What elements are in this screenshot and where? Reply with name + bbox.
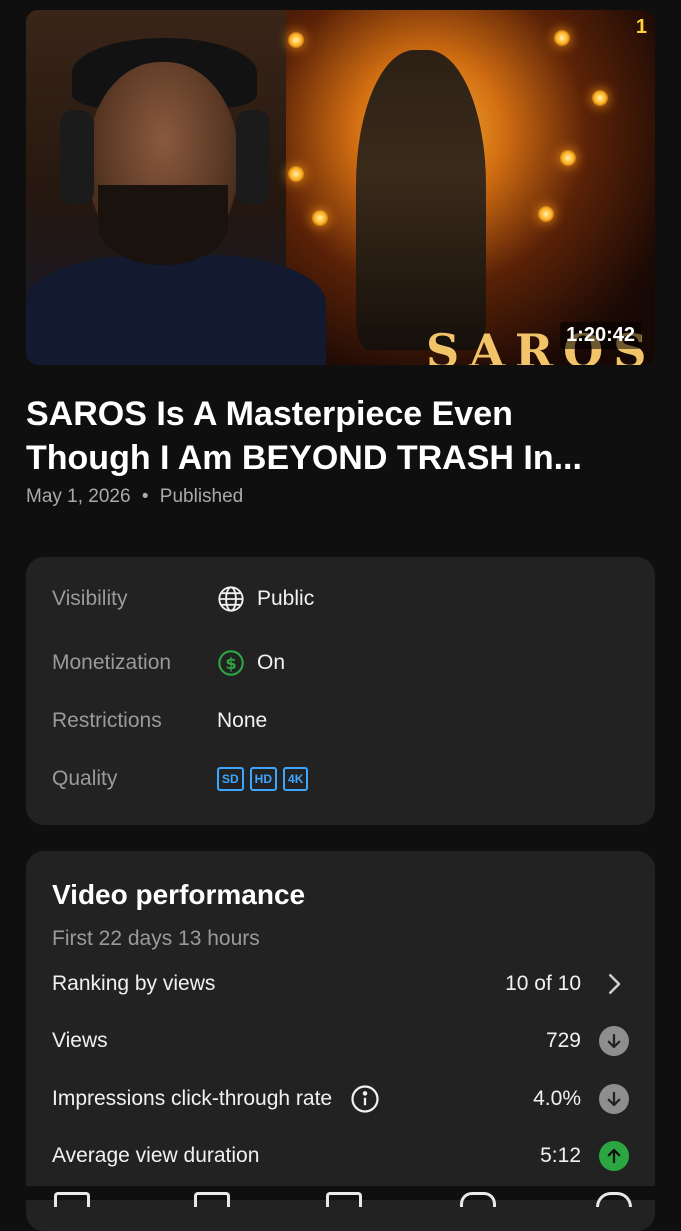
video-details-card: Visibility Public Monetization $ On Rest… (26, 557, 655, 825)
monetization-row[interactable]: Monetization $ On (52, 643, 285, 683)
visibility-label: Visibility (52, 587, 128, 610)
quality-badge-4k: 4K (283, 767, 309, 791)
avg-view-duration-value: 5:12 (540, 1144, 581, 1167)
video-performance-card: Video performance First 22 days 13 hours… (26, 851, 655, 1231)
performance-title: Video performance (52, 879, 306, 910)
ranking-label: Ranking by views (52, 972, 216, 995)
video-duration: 1:20:42 (560, 322, 641, 349)
views-value: 729 (545, 1029, 581, 1052)
avg-view-duration-row[interactable]: Average view duration 5:12 (52, 1136, 629, 1176)
ctr-value: 4.0% (533, 1087, 581, 1110)
arrow-up-icon (599, 1141, 629, 1171)
thumbnail-streamer-image (26, 10, 326, 365)
publish-status: Published (159, 486, 244, 507)
video-thumbnail[interactable]: SAROS 1 1:20:42 (26, 10, 655, 365)
meta-separator: • (141, 486, 149, 507)
video-title-line-1: SAROS Is A Masterpiece Even (26, 395, 513, 433)
thumbnail-warrior-image (356, 50, 486, 350)
quality-label: Quality (52, 767, 118, 790)
visibility-value: Public (257, 587, 315, 610)
publish-date: May 1, 2026 (26, 486, 131, 507)
quality-badge-sd: SD (217, 767, 244, 791)
thumbnail-corner-mark: 1 (635, 16, 647, 38)
bottom-navigation (0, 1186, 681, 1207)
monetization-label: Monetization (52, 651, 172, 674)
quality-row[interactable]: Quality SD HD 4K (52, 759, 314, 799)
visibility-row[interactable]: Visibility Public (52, 579, 314, 619)
chevron-right-icon (609, 974, 621, 994)
restrictions-value: None (217, 709, 268, 732)
restrictions-row[interactable]: Restrictions None (52, 701, 267, 741)
dollar-circle-icon: $ (218, 650, 244, 676)
restrictions-label: Restrictions (52, 709, 162, 732)
arrow-down-icon (599, 1084, 629, 1114)
ranking-row[interactable]: Ranking by views 10 of 10 (52, 964, 629, 1004)
views-label: Views (52, 1029, 108, 1052)
video-title: SAROS Is A Masterpiece Even Though I Am … (26, 392, 666, 480)
ctr-label: Impressions click-through rate (52, 1087, 333, 1110)
video-meta: May 1, 2026 • Published (26, 486, 243, 508)
views-row[interactable]: Views 729 (52, 1021, 629, 1061)
avg-view-duration-label: Average view duration (52, 1144, 260, 1167)
globe-icon (218, 586, 244, 612)
monetization-value: On (257, 651, 286, 674)
ctr-row[interactable]: Impressions click-through rate 4.0% (52, 1079, 629, 1119)
quality-badge-hd: HD (249, 767, 278, 791)
ranking-value: 10 of 10 (505, 972, 581, 995)
svg-text:$: $ (225, 654, 236, 673)
info-icon[interactable] (350, 1084, 380, 1114)
video-title-line-2: Though I Am BEYOND TRASH In... (26, 439, 582, 477)
performance-subtitle: First 22 days 13 hours (52, 927, 260, 950)
arrow-down-icon (599, 1026, 629, 1056)
